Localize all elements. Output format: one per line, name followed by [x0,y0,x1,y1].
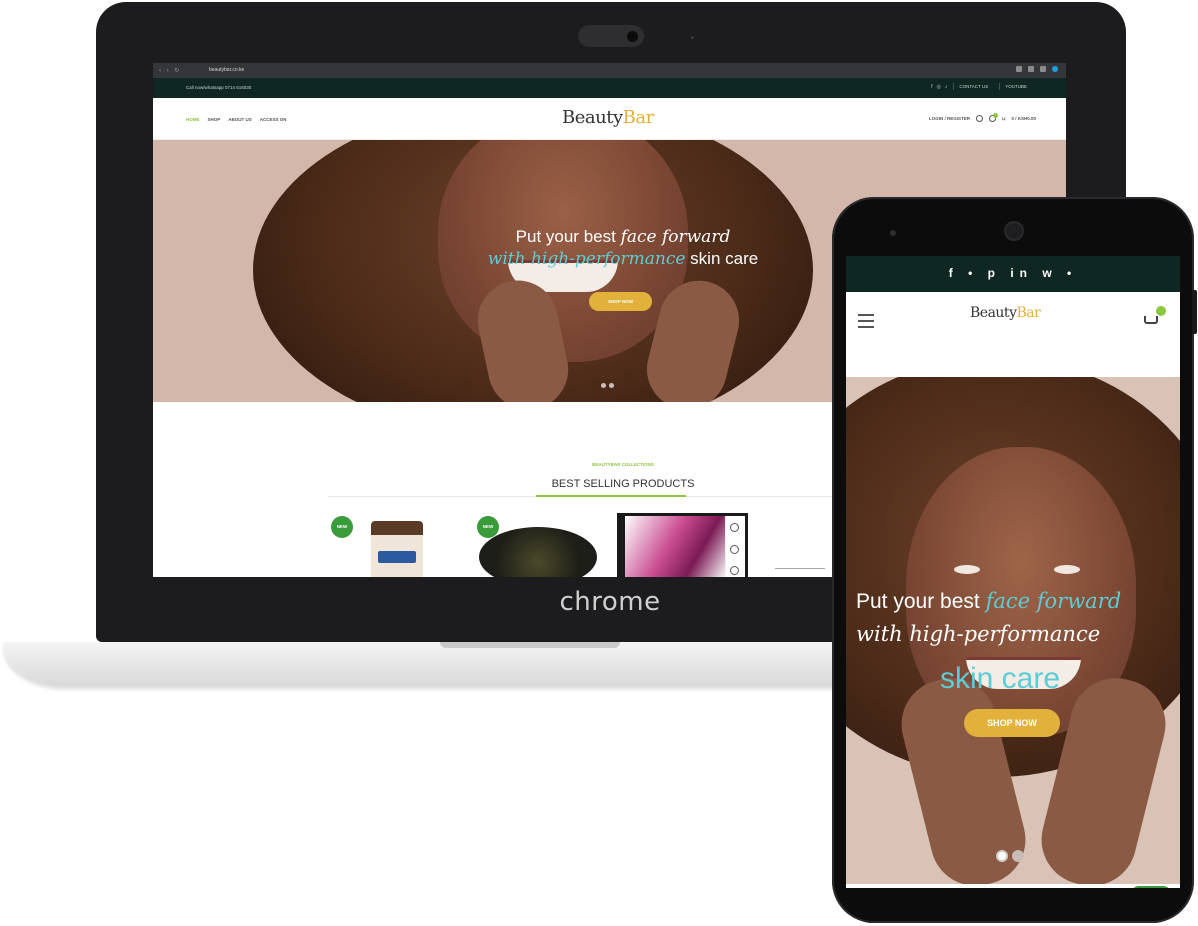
slider-dots [601,383,614,388]
section-divider-accent [536,495,686,497]
mobile-hero-slider: Put your best face forward with high-per… [846,377,1180,884]
laptop-brand-label: chrome [559,587,661,617]
nav-about-us[interactable]: ABOUT US [228,117,252,122]
header-actions: LOGIN / REGISTER ⊔ 0 / KSH0.00 [929,113,1036,122]
browser-toolbar: ‹ › ↻ beautybar.co.ke [153,63,1066,78]
product-image[interactable] [479,527,597,577]
hero-line2-script: with high-performance [487,249,686,269]
instagram-icon[interactable]: ◎ [937,84,941,90]
logo-bar: Bar [1016,305,1041,321]
section-kicker: BEAUTYBAR COLLECTIONS [592,462,654,467]
cart-badge [1156,306,1166,316]
mobile-topbar: f • p in w • [846,256,1180,292]
phone-sensor [890,230,896,236]
extension-icon[interactable] [1016,66,1022,72]
youtube-link[interactable]: YOUTUBE [999,83,1032,90]
logo-beauty: Beauty [970,305,1017,321]
facebook-icon[interactable]: f [931,84,932,90]
wishlist-icon[interactable] [730,566,739,575]
browser-extensions [1016,66,1058,72]
hero-line3: skin care [940,662,1061,695]
cart-icon-body [1144,316,1158,324]
shop-now-button[interactable]: SHOP NOW [589,292,652,311]
phone-screen: f • p in w • BeautyBar Put your best fac… [846,256,1180,888]
microphone-dot [691,36,694,39]
slider-dots [996,850,1024,862]
shop-now-button[interactable]: SHOP NOW [964,709,1060,737]
quick-view-icon[interactable] [730,545,739,554]
hero-line2-plain: skin care [690,249,759,268]
social-links: f ◎ ♪ [931,84,947,90]
section-title: BEST SELLING PRODUCTS [551,478,695,490]
product-image-cap [371,521,423,535]
profile-icon[interactable] [1052,66,1058,72]
cart-icon[interactable]: ⊔ [1002,116,1006,122]
hero-line1-plain: Put your best [515,227,616,246]
product-image-photo [625,516,725,577]
logo-bar: Bar [622,107,655,128]
new-badge: NEW [477,516,499,538]
hero-image-eye [954,565,980,574]
nav-access-on[interactable]: ACCESS ON [260,117,287,122]
hero-line1-script: face forward [985,589,1122,613]
login-register-link[interactable]: LOGIN / REGISTER [929,116,970,121]
mobile-social-links[interactable]: f • p in w • [846,266,1180,280]
wishlist-badge [992,113,998,118]
site-header: HOME SHOP ABOUT US ACCESS ON BeautyBar L… [153,98,1066,140]
tiktok-icon[interactable]: ♪ [945,84,948,90]
extension-icon[interactable] [1040,66,1046,72]
whatsapp-chat-button[interactable] [1131,886,1171,888]
slider-dot-active[interactable] [996,850,1008,862]
mobile-header: BeautyBar [846,292,1180,352]
main-nav: HOME SHOP ABOUT US ACCESS ON [186,117,287,122]
slider-dot[interactable] [1012,850,1024,862]
cart-icon[interactable] [1142,306,1166,328]
search-icon[interactable] [975,115,983,122]
menu-icon[interactable] [858,314,874,328]
compare-icon[interactable] [730,523,739,532]
hero-headline: Put your best face forward with high-per… [423,226,823,270]
carousel-nav[interactable] [775,568,825,574]
hero-line1-plain: Put your best [856,590,980,613]
phone-side-button [1192,290,1197,334]
hero-image-eye [1054,565,1080,574]
mobile-logo[interactable]: BeautyBar [970,305,1041,321]
wishlist-icon[interactable] [988,113,998,122]
webcam-lens [627,31,638,42]
address-bar[interactable]: beautybar.co.ke [209,67,244,73]
slider-dot[interactable] [609,383,614,388]
new-badge: NEW [331,516,353,538]
slider-dot[interactable] [601,383,606,388]
phone-front-camera [1006,223,1022,239]
contact-us-link[interactable]: CONTACT US [953,83,993,90]
call-text: Call now/whatsapp 0714 616030 [186,85,252,90]
site-logo[interactable]: BeautyBar [562,107,654,128]
nav-shop[interactable]: SHOP [208,117,221,122]
laptop-hinge-notch [440,642,620,648]
extension-icon[interactable] [1028,66,1034,72]
nav-home[interactable]: HOME [186,117,200,122]
topbar-right: f ◎ ♪ CONTACT US YOUTUBE [931,83,1032,90]
hero-line2-script: with high-performance [856,622,1101,646]
cart-total[interactable]: 0 / KSH0.00 [1011,116,1036,121]
hero-line1-script: face forward [620,227,731,247]
product-image-label [378,551,416,563]
mobile-hero-headline: Put your best face forward with high-per… [856,585,1176,651]
site-topbar: Call now/whatsapp 0714 616030 f ◎ ♪ CONT… [153,78,1066,98]
logo-beauty: Beauty [562,107,623,128]
browser-nav-buttons[interactable]: ‹ › ↻ [159,67,181,74]
